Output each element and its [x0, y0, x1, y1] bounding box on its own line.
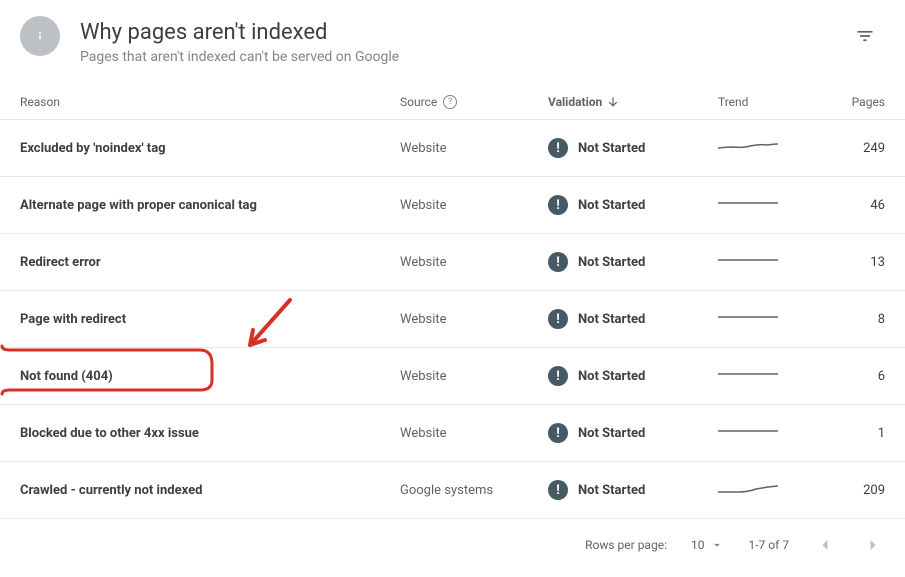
col-header-validation[interactable]: Validation [548, 95, 718, 109]
table-header-row: Reason Source ? Validation Trend Pages [0, 85, 905, 120]
cell-trend [718, 478, 808, 502]
exclamation-icon: ! [548, 366, 568, 386]
next-page-button[interactable] [861, 533, 885, 557]
help-icon[interactable]: ? [443, 95, 457, 109]
page-header: Why pages aren't indexed Pages that aren… [0, 0, 905, 85]
rows-per-page-value: 10 [691, 538, 705, 552]
prev-page-button[interactable] [813, 533, 837, 557]
sparkline [718, 421, 778, 441]
cell-trend [718, 136, 808, 160]
cell-validation: ! Not Started [548, 138, 718, 158]
table-row[interactable]: Page with redirect Website ! Not Started… [0, 291, 905, 348]
exclamation-icon: ! [548, 423, 568, 443]
exclamation-icon: ! [548, 480, 568, 500]
cell-pages: 209 [808, 483, 885, 498]
validation-status: Not Started [578, 312, 645, 327]
sparkline [718, 193, 778, 213]
validation-status: Not Started [578, 141, 645, 156]
cell-trend [718, 421, 808, 445]
cell-validation: ! Not Started [548, 480, 718, 500]
validation-status: Not Started [578, 483, 645, 498]
cell-reason: Excluded by 'noindex' tag [20, 141, 400, 156]
table-row[interactable]: Alternate page with proper canonical tag… [0, 177, 905, 234]
cell-validation: ! Not Started [548, 252, 718, 272]
col-header-source-label: Source [400, 95, 437, 109]
rows-per-page-select[interactable]: 10 [691, 538, 725, 552]
rows-per-page-label: Rows per page: [585, 538, 667, 552]
cell-source: Google systems [400, 483, 548, 498]
exclamation-icon: ! [548, 195, 568, 215]
cell-source: Website [400, 141, 548, 156]
cell-source: Website [400, 198, 548, 213]
cell-validation: ! Not Started [548, 366, 718, 386]
table-row[interactable]: Excluded by 'noindex' tag Website ! Not … [0, 120, 905, 177]
pagination: Rows per page: 10 1-7 of 7 [0, 519, 905, 577]
cell-pages: 46 [808, 198, 885, 213]
cell-source: Website [400, 369, 548, 384]
col-header-validation-label: Validation [548, 95, 602, 109]
cell-trend [718, 193, 808, 217]
table-row[interactable]: Crawled - currently not indexed Google s… [0, 462, 905, 519]
cell-source: Website [400, 255, 548, 270]
page-range: 1-7 of 7 [748, 538, 789, 552]
cell-pages: 1 [808, 426, 885, 441]
col-header-reason[interactable]: Reason [20, 95, 400, 109]
col-header-trend[interactable]: Trend [718, 95, 808, 109]
cell-source: Website [400, 312, 548, 327]
cell-reason: Redirect error [20, 255, 400, 270]
sparkline [718, 136, 778, 156]
cell-trend [718, 250, 808, 274]
sparkline [718, 250, 778, 270]
validation-status: Not Started [578, 426, 645, 441]
filter-button[interactable] [845, 16, 885, 56]
cell-validation: ! Not Started [548, 423, 718, 443]
cell-pages: 249 [808, 141, 885, 156]
cell-reason: Blocked due to other 4xx issue [20, 426, 400, 441]
cell-pages: 13 [808, 255, 885, 270]
page-title: Why pages aren't indexed [80, 20, 845, 45]
exclamation-icon: ! [548, 138, 568, 158]
cell-pages: 8 [808, 312, 885, 327]
cell-pages: 6 [808, 369, 885, 384]
col-header-pages[interactable]: Pages [808, 95, 885, 109]
page-subtitle: Pages that aren't indexed can't be serve… [80, 49, 845, 65]
table-row[interactable]: Blocked due to other 4xx issue Website !… [0, 405, 905, 462]
cell-reason: Crawled - currently not indexed [20, 483, 400, 498]
index-issues-table: Reason Source ? Validation Trend Pages E… [0, 85, 905, 519]
cell-reason: Page with redirect [20, 312, 400, 327]
table-row[interactable]: Redirect error Website ! Not Started 13 [0, 234, 905, 291]
cell-trend [718, 364, 808, 388]
sparkline [718, 364, 778, 384]
cell-validation: ! Not Started [548, 195, 718, 215]
table-row[interactable]: Not found (404) Website ! Not Started 6 [0, 348, 905, 405]
sparkline [718, 307, 778, 327]
exclamation-icon: ! [548, 309, 568, 329]
arrow-down-icon [606, 95, 620, 109]
cell-source: Website [400, 426, 548, 441]
info-icon [20, 16, 60, 56]
cell-validation: ! Not Started [548, 309, 718, 329]
validation-status: Not Started [578, 198, 645, 213]
sparkline [718, 478, 778, 498]
cell-reason: Not found (404) [20, 369, 400, 384]
cell-trend [718, 307, 808, 331]
cell-reason: Alternate page with proper canonical tag [20, 198, 400, 213]
validation-status: Not Started [578, 369, 645, 384]
col-header-source[interactable]: Source ? [400, 95, 548, 109]
chevron-down-icon [710, 538, 724, 552]
validation-status: Not Started [578, 255, 645, 270]
exclamation-icon: ! [548, 252, 568, 272]
